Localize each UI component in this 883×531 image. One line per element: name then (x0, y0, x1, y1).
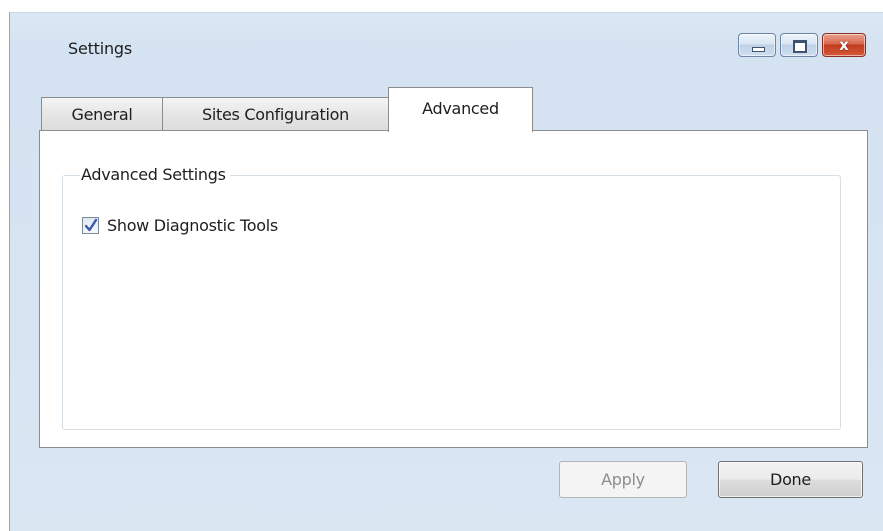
settings-window: Settings x General Sites Configuration A… (9, 12, 883, 531)
apply-button[interactable]: Apply (559, 461, 687, 498)
checkmark-icon (84, 218, 98, 232)
minimize-icon (752, 47, 765, 52)
caption-buttons: x (738, 33, 866, 57)
show-diagnostic-tools-checkbox[interactable] (82, 217, 99, 234)
minimize-button[interactable] (738, 33, 776, 57)
advanced-tab-panel: Advanced Settings Show Diagnostic Tools (39, 130, 868, 448)
tab-general[interactable]: General (41, 97, 163, 131)
window-title: Settings (68, 39, 133, 58)
show-diagnostic-tools-option[interactable]: Show Diagnostic Tools (82, 216, 278, 235)
close-button[interactable]: x (822, 33, 866, 57)
tab-advanced[interactable]: Advanced (388, 87, 533, 132)
show-diagnostic-tools-label: Show Diagnostic Tools (107, 216, 278, 235)
desktop: Settings x General Sites Configuration A… (0, 0, 883, 531)
close-icon: x (839, 36, 849, 54)
advanced-settings-group-title: Advanced Settings (80, 165, 230, 184)
title-bar[interactable]: Settings x (10, 13, 883, 69)
maximize-button[interactable] (780, 33, 818, 57)
maximize-icon (793, 40, 807, 53)
advanced-settings-group (62, 175, 841, 430)
done-button[interactable]: Done (718, 461, 863, 498)
tab-sites-configuration[interactable]: Sites Configuration (162, 97, 389, 131)
